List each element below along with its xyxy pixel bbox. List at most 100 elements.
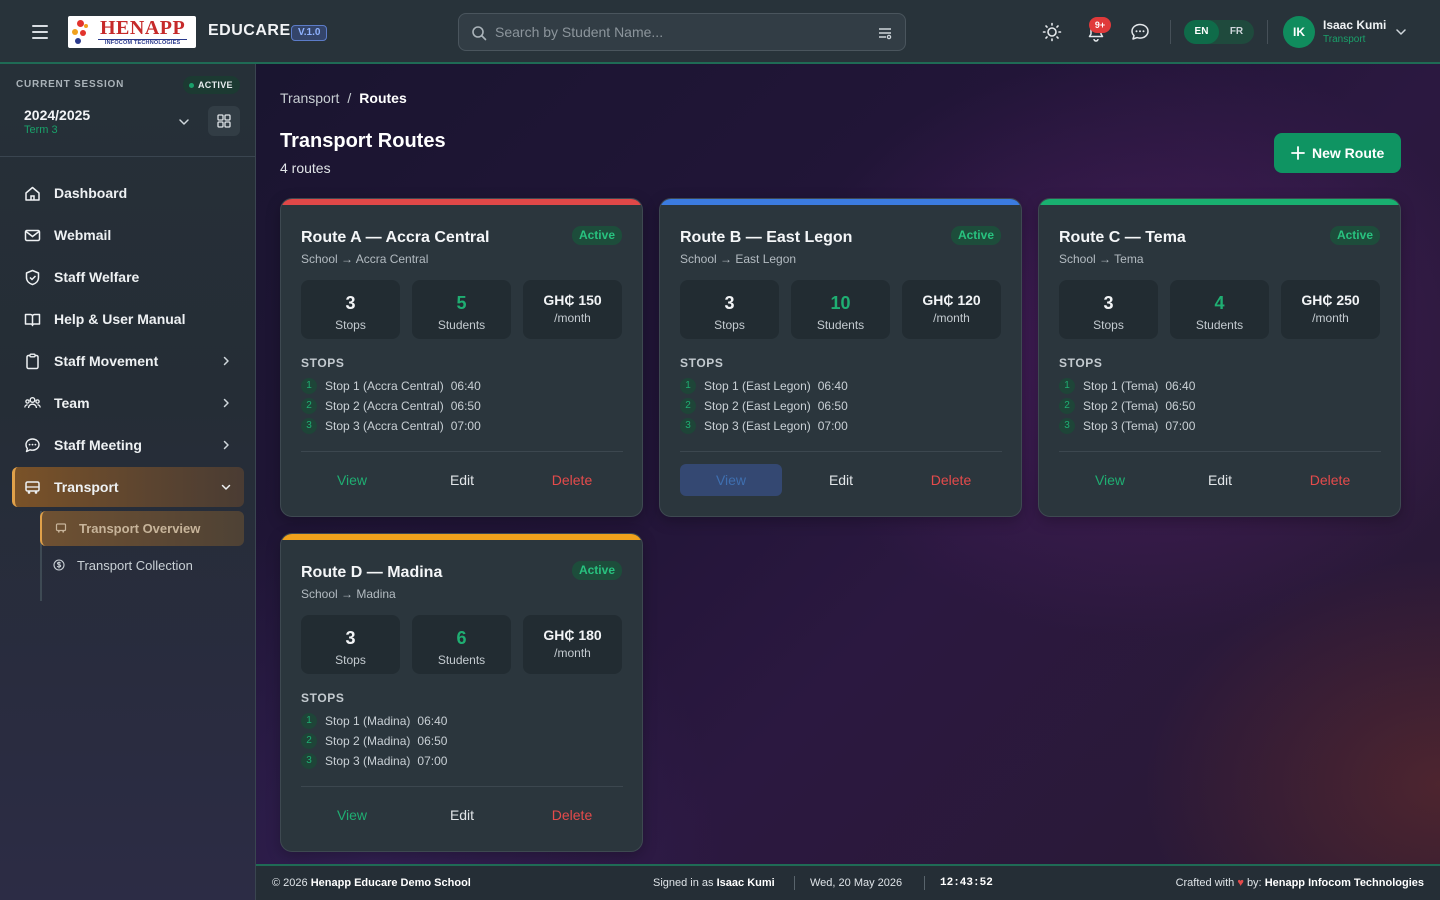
delete-button[interactable]: Delete (521, 464, 623, 496)
edit-button[interactable]: Edit (790, 464, 892, 496)
stop-time: 06:40 (450, 379, 481, 393)
new-route-button[interactable]: New Route (1274, 133, 1401, 173)
logo-mark-icon (68, 16, 98, 48)
breadcrumb-link-transport[interactable]: Transport (280, 90, 339, 106)
stat-students-label: Students (437, 318, 486, 332)
home-icon (25, 186, 40, 201)
stat-students: 10 Students (791, 280, 890, 339)
stop-time: 06:50 (450, 399, 481, 413)
language-switch: EN FR (1184, 20, 1254, 44)
sidebar-item-staff-meeting[interactable]: Staff Meeting (12, 426, 244, 464)
delete-button[interactable]: Delete (900, 464, 1002, 496)
delete-button[interactable]: Delete (1279, 464, 1381, 496)
sun-icon[interactable] (1042, 22, 1062, 42)
stop-name: Stop 1 (Madina) (325, 714, 411, 728)
sidebar-item-transport[interactable]: Transport (12, 467, 244, 507)
delete-button[interactable]: Delete (521, 799, 623, 831)
stat-students-label: Students (1195, 318, 1244, 332)
stop-item: 2 Stop 2 (East Legon) 06:50 (680, 397, 848, 415)
edit-button[interactable]: Edit (1169, 464, 1271, 496)
sidebar-subitem-transport-collection[interactable]: Transport Collection (40, 548, 244, 583)
stat-fee: GH₵ 150/month (523, 280, 622, 339)
breadcrumb-current: Routes (359, 90, 407, 106)
company-name: Henapp Infocom Technologies (1264, 877, 1424, 889)
sidebar-item-label: Team (54, 395, 90, 411)
edit-button[interactable]: Edit (411, 464, 513, 496)
session-year[interactable]: 2024/2025 (24, 107, 90, 123)
stop-item: 2 Stop 2 (Tema) 06:50 (1059, 397, 1195, 415)
stat-stops-value: 3 (1103, 293, 1114, 313)
divider (301, 786, 623, 787)
sidebar-item-staff-movement[interactable]: Staff Movement (12, 342, 244, 380)
menu-icon[interactable] (28, 20, 52, 44)
avatar[interactable]: IK (1283, 16, 1315, 48)
stop-item: 1 Stop 1 (Accra Central) 06:40 (301, 377, 481, 395)
route-accent-bar (281, 199, 642, 205)
stat-students-label: Students (437, 653, 486, 667)
sidebar-item-label: Webmail (54, 227, 112, 243)
stop-item: 1 Stop 1 (Madina) 06:40 (301, 712, 447, 730)
footer-copyright: © 2026 Henapp Educare Demo School (272, 877, 471, 889)
book-icon (24, 313, 41, 327)
stat-fee-value: GH₵ 120 (922, 292, 981, 308)
sidebar-subitem-transport-overview[interactable]: Transport Overview (40, 511, 244, 546)
top-bar: HENAPP INFOCOM TECHNOLOGIES EDUCARE V.1.… (0, 0, 1440, 64)
stat-stops: 3 Stops (680, 280, 779, 339)
stat-students: 5 Students (412, 280, 511, 339)
stat-fee-label: /month (554, 646, 591, 660)
stop-time: 06:40 (817, 379, 848, 393)
lang-fr-button[interactable]: FR (1219, 20, 1254, 44)
chevron-right-icon (223, 356, 229, 366)
chevron-right-icon (223, 440, 229, 450)
search-input[interactable] (495, 14, 865, 50)
user-name[interactable]: Isaac Kumi (1323, 18, 1386, 32)
edit-button[interactable]: Edit (411, 799, 513, 831)
sidebar-item-webmail[interactable]: Webmail (12, 216, 244, 254)
stat-fee: GH₵ 180/month (523, 615, 622, 674)
mail-icon (24, 229, 41, 242)
stop-time: 06:50 (417, 734, 448, 748)
route-card: Route A — Accra Central School → Accra Ce… (280, 198, 643, 517)
chevron-down-icon[interactable] (1394, 25, 1408, 39)
stop-number: 3 (1059, 418, 1075, 434)
stop-name: Stop 3 (Madina) (325, 754, 411, 768)
sidebar-item-help[interactable]: Help & User Manual (12, 300, 244, 338)
view-button[interactable]: View (1059, 464, 1161, 496)
view-button[interactable]: View (301, 464, 403, 496)
sidebar-item-label: Staff Movement (54, 353, 159, 369)
stat-fee: GH₵ 120/month (902, 280, 1001, 339)
sidebar-item-staff-welfare[interactable]: Staff Welfare (12, 258, 244, 296)
stop-number: 1 (1059, 378, 1075, 394)
divider (680, 451, 1002, 452)
route-path: School → Tema (1059, 252, 1144, 266)
app-name: EDUCARE (208, 22, 291, 39)
apps-grid-button[interactable] (208, 106, 240, 136)
stat-students: 6 Students (412, 615, 511, 674)
page-title: Transport Routes (280, 130, 446, 152)
stop-number: 2 (301, 398, 317, 414)
stat-stops-value: 3 (724, 293, 735, 313)
sidebar-item-team[interactable]: Team (12, 384, 244, 422)
route-name: Route B — East Legon (680, 229, 853, 246)
breadcrumb: Transport / Routes (280, 90, 407, 106)
sidebar-subitem-label: Transport Overview (79, 521, 201, 536)
status-badge-label: ACTIVE (198, 80, 233, 90)
stops-heading: STOPS (301, 691, 345, 705)
breadcrumb-separator: / (347, 90, 352, 106)
stop-name: Stop 2 (East Legon) (704, 399, 811, 413)
filter-icon[interactable] (877, 26, 893, 40)
sidebar-item-label: Help & User Manual (54, 311, 186, 327)
dollar-circle-icon (53, 559, 65, 571)
lang-en-button[interactable]: EN (1184, 20, 1219, 44)
stop-time: 07:00 (817, 419, 848, 433)
route-accent-bar (1039, 199, 1400, 205)
sidebar-item-dashboard[interactable]: Dashboard (12, 174, 244, 212)
view-button[interactable]: View (301, 799, 403, 831)
chevron-down-icon[interactable] (177, 115, 191, 129)
status-badge: Active (571, 561, 622, 580)
stat-stops-label: Stops (335, 318, 366, 332)
view-button[interactable]: View (680, 464, 782, 496)
sidebar-item-label: Staff Welfare (54, 269, 140, 285)
chat-icon[interactable] (1130, 22, 1150, 42)
logo: HENAPP INFOCOM TECHNOLOGIES (68, 16, 196, 48)
